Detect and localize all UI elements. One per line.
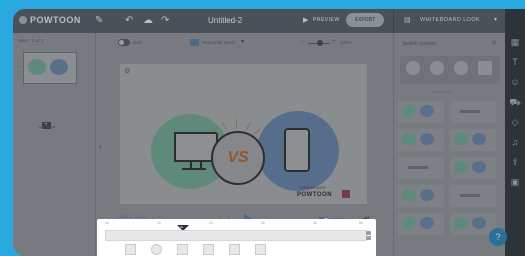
scene-thumbnail[interactable] (450, 129, 496, 151)
burst-ray (252, 129, 261, 135)
slides-panel-header: New · 1 of 1 (19, 38, 44, 43)
prev-slide-icon[interactable]: ‹ (99, 142, 102, 151)
chevron-down-icon[interactable]: ▾ (241, 38, 244, 45)
library-style-select[interactable]: WHITEBOARD LOOK (420, 17, 480, 23)
scene-thumbnail[interactable] (450, 157, 496, 179)
export-button[interactable]: EXPORT (346, 13, 384, 27)
zoom-slider-handle[interactable] (317, 40, 323, 46)
burst-ray (246, 122, 251, 130)
transition-select[interactable]: Horizontal Scroll (202, 40, 235, 45)
timeline-tick: 5s (359, 221, 363, 225)
zoom-in-button[interactable]: + (332, 39, 336, 45)
upload-icon[interactable]: ⇪ (505, 157, 525, 168)
slide-number: 1 (17, 64, 20, 69)
characters-icon[interactable]: ☺ (505, 77, 525, 87)
preview-icon[interactable]: ▶ (303, 16, 308, 24)
style-icon: ▤ (404, 17, 411, 24)
music-icon[interactable]: ♫ (505, 137, 525, 147)
category-icon[interactable] (478, 61, 492, 75)
watermark-caption: CREATED WITH (299, 186, 326, 190)
scroll-up-icon[interactable] (366, 231, 371, 235)
scene-thumbnail[interactable] (450, 101, 496, 123)
props-icon[interactable]: ⛟ (505, 97, 525, 109)
scene-library: Search Scenes ⌕ Browse all (393, 33, 506, 256)
gear-icon[interactable]: ⚙ (124, 67, 130, 75)
slide-canvas[interactable]: ⚙ VS CREATED WITH POWTOON (120, 64, 367, 204)
undo-icon[interactable]: ↶ (125, 15, 133, 26)
search-icon[interactable]: ⌕ (492, 38, 496, 48)
scene-thumbnail[interactable] (450, 185, 496, 207)
canvas-toolbar: Grid Horizontal Scroll ▾ − + 100% (96, 37, 393, 49)
playhead-time: 2s (180, 225, 184, 229)
watermark-flag-icon (342, 190, 350, 198)
featured-categories (400, 56, 500, 84)
chevron-down-icon[interactable]: ▾ (494, 16, 497, 23)
library-header: ▤ WHITEBOARD LOOK ▾ (393, 9, 506, 33)
media-icon[interactable]: ▣ (505, 177, 525, 188)
thumb-shape (50, 59, 68, 75)
scene-thumbnail[interactable] (398, 213, 444, 235)
scene-thumbnail[interactable] (398, 157, 444, 179)
zoom-out-button[interactable]: − (301, 39, 305, 45)
timeline-tick: 0s (105, 221, 109, 225)
palette-icon[interactable]: ✎ (95, 15, 103, 26)
timeline-item[interactable] (229, 244, 240, 255)
monitor-base (182, 168, 206, 170)
shapes-icon[interactable]: ◇ (505, 117, 525, 128)
grid-label: Grid (133, 40, 142, 45)
add-slide-label: Add Slide (38, 124, 56, 129)
burst-ray (236, 119, 237, 127)
preview-button[interactable]: PREVIEW (313, 17, 340, 23)
slide-thumbnail[interactable] (23, 52, 77, 84)
document-title[interactable]: Untitled-2 (208, 16, 242, 25)
burst-ray (222, 122, 227, 130)
browse-link[interactable]: Browse all (432, 89, 450, 94)
grid-toggle[interactable] (118, 39, 130, 46)
track-scroll-buttons[interactable] (365, 230, 372, 241)
scene-thumbnail[interactable] (398, 185, 444, 207)
watermark-logo: POWTOON (297, 192, 333, 198)
timeline-tick: 3s (261, 221, 265, 225)
timeline-tick: 4s (313, 221, 317, 225)
vs-badge: VS (211, 131, 265, 185)
text-icon[interactable]: T (505, 57, 525, 67)
library-rail: ▦ T ☺ ⛟ ◇ ♫ ⇪ ▣ (505, 9, 525, 256)
thumb-shape (28, 59, 46, 75)
cloud-icon[interactable]: ☁ (143, 15, 153, 26)
category-icon[interactable] (430, 61, 444, 75)
timeline-item[interactable] (177, 244, 188, 255)
scene-thumbnail[interactable] (450, 213, 496, 235)
phone-icon (284, 128, 310, 172)
timeline-track[interactable] (105, 230, 367, 241)
category-icon[interactable] (454, 61, 468, 75)
category-icon[interactable] (406, 61, 420, 75)
timeline-panel: 0s 1s 2s 3s 4s 5s 2s (97, 219, 376, 256)
timeline-ruler: 0s 1s 2s 3s 4s 5s (97, 221, 376, 227)
scene-thumbnail[interactable] (398, 129, 444, 151)
monitor-stand (190, 160, 202, 168)
zoom-value: 100% (340, 40, 352, 45)
timeline-tick: 1s (157, 221, 161, 225)
timeline-item[interactable] (255, 244, 266, 255)
scroll-down-icon[interactable] (366, 236, 371, 240)
scenes-icon[interactable]: ▦ (505, 37, 525, 48)
app-logo[interactable]: POWTOON (19, 15, 81, 25)
help-icon[interactable]: ? (489, 228, 507, 246)
scene-thumbnail[interactable] (398, 101, 444, 123)
add-slide-button[interactable]: + Add Slide (38, 113, 56, 129)
transition-icon[interactable] (190, 39, 199, 46)
timeline-item[interactable] (203, 244, 214, 255)
search-input[interactable]: Search Scenes (402, 41, 436, 47)
timeline-item[interactable] (151, 244, 162, 255)
timeline-tick: 2s (209, 221, 213, 225)
timeline-item[interactable] (125, 244, 136, 255)
slides-panel: New · 1 of 1 1 + Add Slide (13, 33, 96, 256)
redo-icon[interactable]: ↷ (161, 15, 169, 26)
logo-mark-icon (19, 16, 27, 24)
